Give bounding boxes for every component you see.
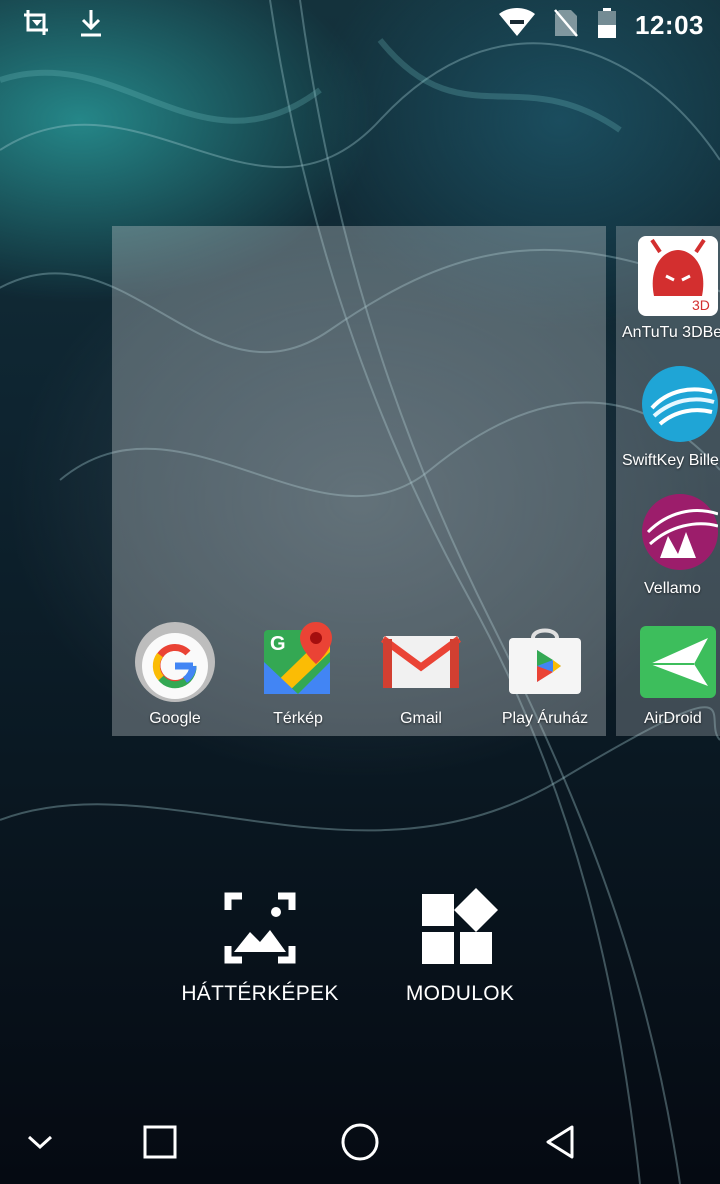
svg-text:3D: 3D: [692, 297, 710, 313]
vellamo-icon: [638, 492, 719, 572]
back-button[interactable]: [538, 1120, 582, 1164]
home-button[interactable]: [338, 1120, 382, 1164]
app-vellamo[interactable]: Vellamo: [616, 492, 720, 598]
back-icon: [546, 1125, 574, 1159]
battery-icon: [597, 8, 617, 43]
app-gmail[interactable]: Gmail: [359, 622, 483, 728]
home-screen-panel-next[interactable]: 3D AnTuTu 3DBe SwiftKey Bille Vellamo Ai…: [616, 226, 720, 736]
app-label: Térkép: [273, 710, 323, 727]
app-play-store[interactable]: Play Áruház: [483, 622, 607, 728]
hide-keyboard-icon: [27, 1135, 53, 1150]
hide-keyboard-button[interactable]: [18, 1120, 62, 1164]
app-airdroid[interactable]: AirDroid: [616, 622, 720, 728]
recents-button[interactable]: [138, 1120, 182, 1164]
gmail-icon: [380, 622, 462, 702]
wallpaper-icon: [220, 888, 300, 968]
wifi-icon: [499, 8, 535, 43]
download-icon: [76, 8, 106, 43]
google-icon: [135, 622, 215, 702]
app-label: AnTuTu 3DBe: [622, 324, 720, 341]
app-label: SwiftKey Bille: [622, 452, 719, 469]
app-label: AirDroid: [644, 710, 702, 727]
app-label: Google: [149, 710, 201, 727]
wallpapers-label: HÁTTÉRKÉPEK: [181, 982, 339, 1005]
app-label: Vellamo: [644, 580, 701, 597]
play-store-icon: [505, 622, 585, 702]
home-screen-panel[interactable]: Google G Térkép Gmail Play Áruház: [112, 226, 606, 736]
antutu-icon: 3D: [638, 236, 718, 316]
screenshot-icon: [22, 8, 52, 43]
status-bar: 12:03: [0, 0, 720, 48]
widgets-icon: [420, 888, 500, 968]
app-label: Gmail: [400, 710, 442, 727]
recents-icon: [143, 1125, 177, 1159]
clock: 12:03: [635, 10, 704, 40]
navigation-bar: [0, 1096, 720, 1184]
app-swiftkey[interactable]: SwiftKey Bille: [616, 364, 720, 470]
svg-text:G: G: [270, 633, 286, 655]
airdroid-icon: [638, 622, 718, 702]
swiftkey-icon: [638, 364, 718, 444]
maps-icon: G: [258, 622, 338, 702]
app-label: Play Áruház: [501, 710, 589, 727]
widgets-label: MODULOK: [405, 982, 515, 1005]
widgets-button[interactable]: MODULOK: [380, 888, 540, 1006]
wallpapers-button[interactable]: HÁTTÉRKÉPEK: [170, 888, 350, 1006]
app-maps[interactable]: G Térkép: [236, 622, 360, 728]
no-sim-icon: [553, 8, 579, 43]
app-google[interactable]: Google: [113, 622, 237, 728]
home-icon: [341, 1123, 379, 1161]
app-antutu[interactable]: 3D AnTuTu 3DBe: [616, 236, 720, 342]
